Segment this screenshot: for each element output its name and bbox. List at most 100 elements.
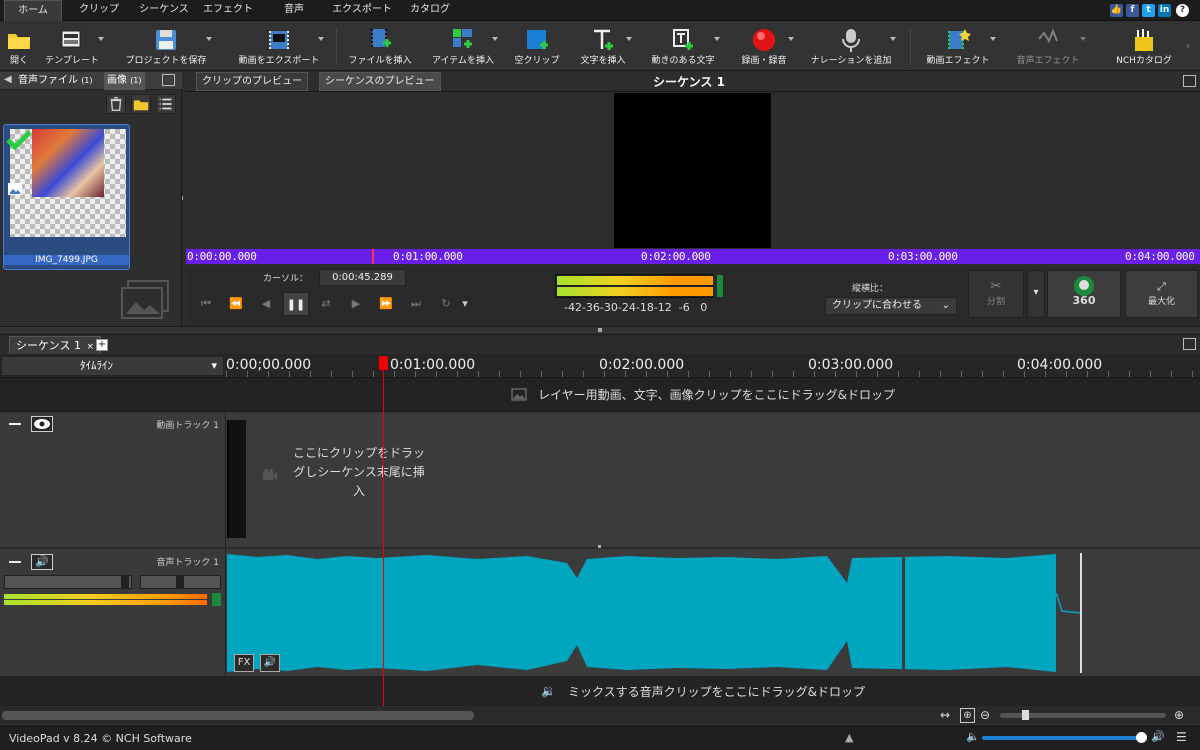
- menu-home[interactable]: ホーム: [4, 0, 62, 21]
- menu-audio[interactable]: 音声: [276, 0, 312, 21]
- timeline-ruler[interactable]: ﾀｲﾑﾗｲﾝ ▾ 0:00;00.000 0:01:00.000 0:02:00…: [0, 354, 1200, 378]
- video-clip-block[interactable]: [227, 420, 246, 538]
- chevron-down-icon[interactable]: ▾: [458, 292, 472, 316]
- menu-effect[interactable]: エフェクト: [198, 0, 258, 21]
- thumbs-up-icon[interactable]: 👍: [1110, 4, 1123, 17]
- tab-sequence-preview[interactable]: シーケンスのプレビュー: [319, 72, 441, 91]
- facebook-icon[interactable]: f: [1126, 4, 1139, 17]
- menu-export[interactable]: エクスポート: [328, 0, 396, 21]
- menu-sequence[interactable]: シーケンス: [134, 0, 194, 21]
- toolbar-overflow-icon[interactable]: ›: [1186, 41, 1190, 52]
- insert-text-button[interactable]: 文字を挿入: [574, 23, 632, 69]
- maximize-button[interactable]: ⤢ 最大化: [1125, 270, 1198, 318]
- collapse-icon[interactable]: [9, 423, 21, 425]
- mixer-icon[interactable]: ☰: [1176, 730, 1187, 744]
- zoom-slider[interactable]: [1000, 710, 1166, 720]
- open-button[interactable]: 開く: [2, 23, 36, 69]
- trash-icon[interactable]: [106, 94, 126, 114]
- skip-to-end-icon[interactable]: ⏭: [403, 292, 429, 316]
- chevron-down-icon[interactable]: [788, 37, 794, 41]
- master-volume-thumb[interactable]: [1136, 732, 1147, 743]
- pan-slider[interactable]: [140, 575, 221, 589]
- list-view-icon[interactable]: [156, 94, 176, 114]
- replay-icon[interactable]: ↻: [433, 292, 459, 316]
- chevron-down-icon[interactable]: [318, 37, 324, 41]
- undock-icon[interactable]: [162, 74, 175, 86]
- horizontal-scrollbar[interactable]: [2, 711, 474, 720]
- add-sequence-icon[interactable]: +: [96, 339, 108, 351]
- undock-icon[interactable]: [1183, 338, 1196, 350]
- scrub-playhead[interactable]: [372, 249, 374, 264]
- tab-images[interactable]: 画像 (1): [104, 72, 145, 90]
- nch-catalog-button[interactable]: NCHカタログ: [1110, 23, 1178, 69]
- tab-clip-preview[interactable]: クリップのプレビュー: [196, 72, 308, 91]
- eye-icon[interactable]: [31, 416, 53, 432]
- next-frame-icon[interactable]: ⏩: [373, 292, 399, 316]
- chevron-down-icon[interactable]: [98, 37, 104, 41]
- chevron-down-icon[interactable]: [890, 37, 896, 41]
- zoom-slider-thumb[interactable]: [1022, 710, 1029, 720]
- clip-volume-icon[interactable]: 🔊: [260, 654, 280, 672]
- audio-mix-drop-zone[interactable]: 🔉 ミックスする音声クリップをここにドラッグ&ドロップ: [0, 676, 1200, 706]
- master-volume-slider[interactable]: [982, 732, 1147, 743]
- add-narration-button[interactable]: ナレーションを追加: [806, 23, 896, 69]
- previous-frame-icon[interactable]: ⏪: [223, 292, 249, 316]
- animated-text-button[interactable]: 動きのある文字: [646, 23, 720, 69]
- meter-clip-indicator: [717, 275, 723, 297]
- chevron-down-icon[interactable]: [492, 37, 498, 41]
- pause-icon[interactable]: ❚❚: [283, 292, 309, 316]
- timeline-mode-select[interactable]: ﾀｲﾑﾗｲﾝ ▾: [1, 356, 224, 376]
- template-button[interactable]: テンプレート: [40, 23, 104, 69]
- audio-effects-button[interactable]: 音声エフェクト: [1010, 23, 1086, 69]
- menu-clip[interactable]: クリップ: [70, 0, 128, 21]
- scroll-left-icon[interactable]: ◀: [4, 74, 12, 85]
- split-button[interactable]: ✂ 分割: [968, 270, 1024, 318]
- vr-360-button[interactable]: 360: [1047, 270, 1121, 318]
- chevron-down-icon[interactable]: [1080, 37, 1086, 41]
- record-button[interactable]: 録画・録音: [734, 23, 794, 69]
- split-dropdown[interactable]: ▾: [1027, 270, 1045, 318]
- zoom-out-icon[interactable]: ⊖: [980, 708, 990, 722]
- aspect-ratio-select[interactable]: クリップに合わせる ⌄: [825, 297, 957, 315]
- export-video-button[interactable]: 動画をエクスポート: [234, 23, 324, 69]
- collapse-icon[interactable]: [9, 561, 21, 563]
- timeline-playhead[interactable]: [383, 356, 384, 706]
- tab-sequence-1[interactable]: シーケンス 1 ×: [9, 336, 101, 355]
- zoom-in-icon[interactable]: ⊕: [1174, 708, 1184, 722]
- play-icon[interactable]: ▶: [343, 292, 369, 316]
- tab-audio-files[interactable]: 音声ファイル (1): [18, 72, 93, 90]
- speaker-icon[interactable]: 🔊: [31, 554, 53, 570]
- menu-catalog[interactable]: カタログ: [404, 0, 456, 21]
- empty-clip-button[interactable]: 空クリップ: [510, 23, 564, 69]
- audio-waveform[interactable]: [227, 553, 1083, 673]
- step-back-icon[interactable]: ◀: [253, 292, 279, 316]
- skip-to-start-icon[interactable]: ⏮: [193, 292, 219, 316]
- chevron-down-icon[interactable]: [990, 37, 996, 41]
- help-icon[interactable]: ?: [1176, 4, 1189, 17]
- undock-icon[interactable]: [1183, 75, 1196, 87]
- panel-splitter[interactable]: [0, 326, 1200, 334]
- loop-icon[interactable]: ⇄: [313, 292, 339, 316]
- volume-slider[interactable]: [4, 575, 132, 589]
- twitter-icon[interactable]: t: [1142, 4, 1155, 17]
- close-icon[interactable]: ×: [86, 342, 94, 352]
- linkedin-icon[interactable]: in: [1158, 4, 1171, 17]
- insert-file-button[interactable]: ファイルを挿入: [344, 23, 416, 69]
- chevron-down-icon[interactable]: [626, 37, 632, 41]
- save-project-button[interactable]: プロジェクトを保存: [120, 23, 212, 69]
- insert-item-button[interactable]: アイテムを挿入: [428, 23, 498, 69]
- chevron-down-icon[interactable]: [714, 37, 720, 41]
- fx-button[interactable]: FX: [234, 654, 254, 672]
- expand-panel-icon[interactable]: ▲: [845, 731, 853, 744]
- new-folder-icon[interactable]: [131, 94, 151, 114]
- ruler-time-4: 0:04:00.000: [1017, 357, 1103, 373]
- chevron-down-icon[interactable]: [206, 37, 212, 41]
- zoom-in-icon[interactable]: ⊕: [960, 708, 975, 723]
- overlay-track-drop-zone[interactable]: レイヤー用動画、文字、画像クリップをここにドラッグ&ドロップ: [0, 378, 1200, 412]
- pan-slider-thumb[interactable]: [176, 576, 184, 588]
- fit-width-icon[interactable]: ↔: [940, 708, 950, 722]
- cursor-time-field[interactable]: 0:00:45.289: [319, 269, 406, 286]
- video-effects-button[interactable]: 動画エフェクト: [920, 23, 996, 69]
- media-thumbnail[interactable]: IMG_7499.JPG: [3, 124, 130, 270]
- volume-slider-thumb[interactable]: [121, 576, 129, 588]
